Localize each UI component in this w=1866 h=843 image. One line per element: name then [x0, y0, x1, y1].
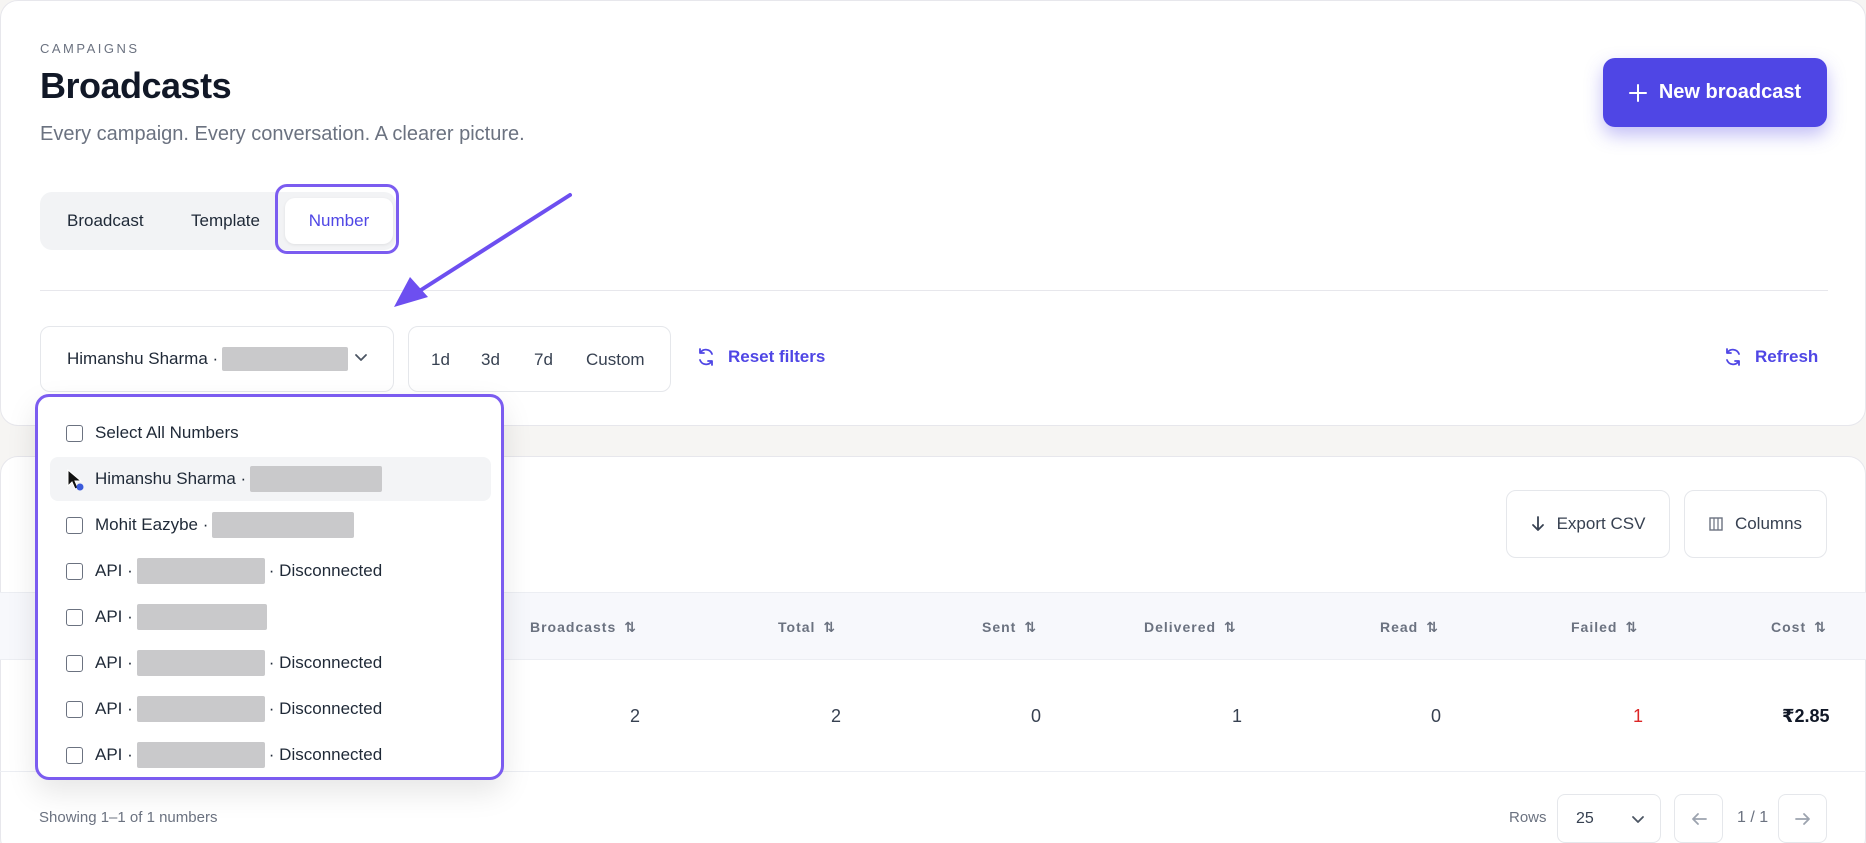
redacted-phone — [222, 347, 349, 371]
column-header-broadcasts[interactable]: Broadcasts ⇅ — [530, 593, 637, 661]
checkbox[interactable] — [66, 562, 83, 580]
refresh-button[interactable]: Refresh — [1723, 347, 1818, 367]
next-page-button[interactable] — [1778, 794, 1827, 843]
export-csv-label: Export CSV — [1556, 514, 1646, 533]
cell-read: 0 — [1431, 706, 1442, 726]
column-header-delivered[interactable]: Delivered ⇅ — [1144, 593, 1237, 661]
tab-template[interactable]: Template — [191, 192, 260, 250]
sort-icon: ⇅ — [624, 618, 637, 635]
number-dropdown-menu: Select All Numbers Himanshu Sharma · Moh… — [35, 394, 504, 780]
refresh-label: Refresh — [1755, 347, 1819, 366]
pointer-arrow-annotation — [394, 193, 572, 307]
redacted-phone — [136, 558, 265, 584]
number-option[interactable]: Himanshu Sharma · — [50, 457, 491, 501]
checkbox[interactable] — [66, 700, 83, 718]
cell-broadcasts: 2 — [630, 706, 641, 726]
number-select-value: Himanshu Sharma · — [67, 349, 219, 368]
column-header-sent[interactable]: Sent ⇅ — [982, 593, 1037, 661]
number-option[interactable]: API · · Disconnected — [50, 687, 491, 731]
checkbox[interactable] — [66, 516, 83, 534]
number-option-status: · Disconnected — [268, 653, 383, 672]
columns-icon — [1709, 517, 1723, 531]
reset-filters-label: Reset filters — [728, 347, 826, 366]
pagination-summary: Showing 1–1 of 1 numbers — [39, 809, 218, 826]
number-option[interactable]: Mohit Eazybe · — [50, 503, 491, 547]
select-all-label: Select All Numbers — [95, 423, 239, 442]
column-header-read[interactable]: Read ⇅ — [1380, 593, 1439, 661]
cursor-icon — [66, 468, 84, 491]
page-subtitle: Every campaign. Every conversation. A cl… — [40, 123, 525, 145]
arrow-right-icon — [1794, 812, 1810, 825]
columns-label: Columns — [1734, 514, 1803, 533]
refresh-icon — [1726, 348, 1740, 366]
arrow-down-icon — [1531, 516, 1544, 531]
redacted-phone — [136, 696, 265, 722]
select-all-numbers-option[interactable]: Select All Numbers — [50, 411, 491, 455]
sort-icon: ⇅ — [1814, 618, 1827, 635]
previous-page-button[interactable] — [1674, 794, 1723, 843]
number-option[interactable]: API · · Disconnected — [50, 733, 491, 777]
arrow-left-icon — [1691, 812, 1707, 825]
number-option-label: API · — [95, 699, 133, 718]
range-1d[interactable]: 1d — [431, 327, 450, 393]
cell-total: 2 — [831, 706, 842, 726]
sort-icon: ⇅ — [1224, 618, 1237, 635]
number-option[interactable]: API · · Disconnected — [50, 641, 491, 685]
refresh-icon — [699, 348, 713, 366]
sort-icon: ⇅ — [823, 618, 837, 635]
column-header-total[interactable]: Total ⇅ — [778, 593, 836, 661]
rows-per-page-value: 25 — [1576, 809, 1594, 827]
checkbox[interactable] — [66, 608, 83, 626]
cell-sent: 0 — [1031, 706, 1042, 726]
rows-per-page-select[interactable]: 25 — [1557, 794, 1661, 843]
number-option[interactable]: API · — [50, 595, 491, 639]
tab-broadcast[interactable]: Broadcast — [67, 192, 144, 250]
redacted-phone — [136, 650, 265, 676]
page-title: Broadcasts — [40, 65, 232, 106]
number-option-label: Mohit Eazybe · — [95, 515, 209, 534]
number-option-label: API · — [95, 561, 133, 580]
sort-icon: ⇅ — [1024, 618, 1038, 635]
number-option-status: · Disconnected — [268, 699, 383, 718]
range-custom[interactable]: Custom — [586, 327, 645, 393]
number-option-label: API · — [95, 607, 133, 626]
sort-icon: ⇅ — [1625, 618, 1639, 635]
number-option-label: API · — [95, 653, 133, 672]
new-broadcast-button[interactable]: New broadcast — [1603, 58, 1827, 127]
reset-filters-button[interactable]: Reset filters — [696, 347, 825, 367]
number-option-label: Himanshu Sharma · — [95, 469, 247, 488]
range-3d[interactable]: 3d — [481, 327, 500, 393]
export-csv-button[interactable]: Export CSV — [1506, 490, 1670, 558]
date-range-group: 1d 3d 7d Custom — [408, 326, 671, 392]
chevron-down-icon — [355, 354, 367, 361]
page-indicator: 1 / 1 — [1737, 809, 1769, 826]
chevron-down-icon — [1632, 816, 1644, 823]
divider — [40, 290, 1828, 291]
sort-icon: ⇅ — [1426, 618, 1439, 635]
cell-delivered: 1 — [1232, 706, 1243, 726]
cell-cost: ₹2.85 — [1782, 706, 1830, 726]
checkbox[interactable] — [66, 654, 83, 672]
plus-icon — [1628, 83, 1647, 102]
redacted-phone — [212, 512, 355, 538]
number-select[interactable]: Himanshu Sharma · — [40, 326, 394, 392]
number-option-status: · Disconnected — [268, 745, 383, 764]
new-broadcast-label: New broadcast — [1658, 81, 1802, 103]
column-header-failed[interactable]: Failed ⇅ — [1571, 593, 1638, 661]
redacted-phone — [250, 466, 383, 492]
number-option-status: · Disconnected — [268, 561, 383, 580]
range-7d[interactable]: 7d — [534, 327, 553, 393]
page-eyebrow: CAMPAIGNS — [40, 41, 140, 56]
number-option-label: API · — [95, 745, 133, 764]
checkbox[interactable] — [66, 746, 83, 764]
redacted-phone — [136, 604, 267, 630]
checkbox[interactable] — [66, 424, 83, 442]
columns-button[interactable]: Columns — [1684, 490, 1827, 558]
cell-failed: 1 — [1633, 706, 1644, 726]
rows-label: Rows — [1509, 809, 1547, 826]
column-header-cost[interactable]: Cost ⇅ — [1771, 593, 1827, 661]
number-option[interactable]: API · · Disconnected — [50, 549, 491, 593]
redacted-phone — [136, 742, 265, 768]
